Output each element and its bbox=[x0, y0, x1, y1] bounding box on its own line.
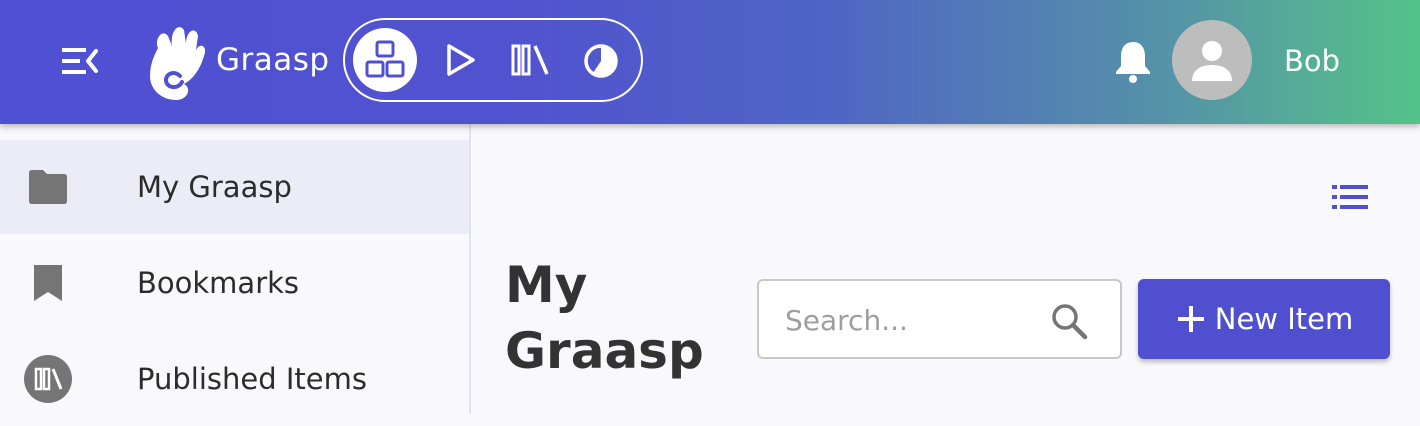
platform-analytics-button[interactable] bbox=[569, 28, 633, 92]
folder-icon bbox=[24, 163, 72, 211]
search-box bbox=[757, 279, 1122, 359]
builder-icon bbox=[365, 40, 405, 78]
top-app-bar: Graasp Bob bbox=[0, 0, 1420, 124]
sidebar-item-published-items[interactable]: Published Items bbox=[0, 332, 469, 426]
library-icon bbox=[24, 355, 72, 403]
plus-icon bbox=[1177, 306, 1204, 332]
platform-switcher bbox=[343, 18, 643, 102]
notifications-bell-icon[interactable] bbox=[1112, 38, 1154, 84]
sidebar: My Graasp Bookmarks Published Items bbox=[0, 124, 471, 414]
sidebar-item-my-graasp[interactable]: My Graasp bbox=[0, 140, 469, 234]
sidebar-item-bookmarks[interactable]: Bookmarks bbox=[0, 236, 469, 330]
bookmark-icon bbox=[24, 259, 72, 307]
search-icon[interactable] bbox=[1049, 301, 1089, 341]
sidebar-item-label: Published Items bbox=[137, 362, 367, 396]
graasp-logo-icon[interactable] bbox=[144, 18, 208, 102]
person-icon bbox=[1192, 41, 1232, 81]
sidebar-item-label: Bookmarks bbox=[137, 266, 300, 300]
user-avatar[interactable] bbox=[1172, 20, 1252, 100]
page-title: My Graasp bbox=[505, 256, 704, 380]
new-item-label: New Item bbox=[1214, 302, 1354, 336]
platform-player-button[interactable] bbox=[427, 28, 491, 92]
user-name[interactable]: Bob bbox=[1284, 40, 1340, 82]
platform-library-button[interactable] bbox=[499, 28, 563, 92]
new-item-button[interactable]: New Item bbox=[1138, 279, 1390, 359]
platform-builder-button[interactable] bbox=[353, 28, 417, 92]
list-view-icon[interactable] bbox=[1328, 180, 1372, 214]
player-icon bbox=[447, 44, 475, 76]
sidebar-item-label: My Graasp bbox=[137, 170, 292, 204]
menu-collapse-icon[interactable] bbox=[58, 42, 102, 80]
search-input[interactable] bbox=[785, 297, 1045, 343]
analytics-icon bbox=[584, 44, 618, 78]
brand-name: Graasp bbox=[216, 42, 330, 78]
library-icon bbox=[511, 44, 549, 76]
